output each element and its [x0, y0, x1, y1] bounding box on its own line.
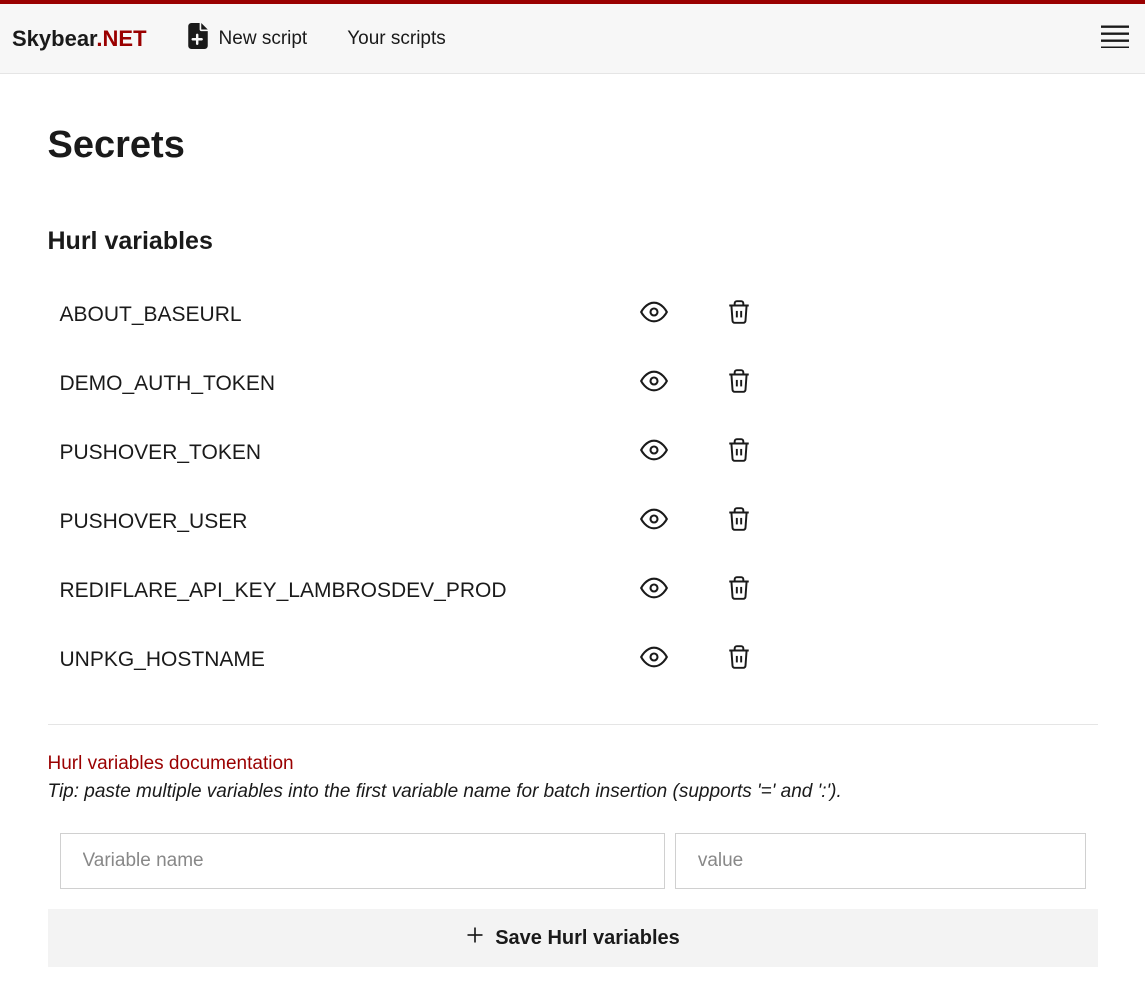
reveal-secret-button[interactable] [640, 367, 668, 400]
section-title: Hurl variables [48, 227, 1098, 256]
variable-value-input[interactable] [675, 833, 1086, 889]
delete-secret-button[interactable] [726, 574, 752, 607]
nav-new-script-label: New script [219, 28, 308, 50]
secret-actions [640, 643, 752, 676]
delete-secret-button[interactable] [726, 298, 752, 331]
page-title: Secrets [48, 124, 1098, 167]
secrets-list: ABOUT_BASEURL DEMO_AUTH_TOKEN PUSHOVER_TOK… [48, 280, 1098, 694]
hamburger-icon [1101, 35, 1129, 52]
secret-actions [640, 574, 752, 607]
secret-actions [640, 505, 752, 538]
save-variables-button[interactable]: Save Hurl variables [48, 909, 1098, 967]
eye-icon [640, 298, 668, 331]
nav-new-script[interactable]: New script [187, 23, 308, 55]
reveal-secret-button[interactable] [640, 436, 668, 469]
reveal-secret-button[interactable] [640, 574, 668, 607]
secret-row: REDIFLARE_API_KEY_LAMBROSDEV_PROD [48, 556, 1098, 625]
secret-actions [640, 436, 752, 469]
secret-row: UNPKG_HOSTNAME [48, 625, 1098, 694]
secret-actions [640, 367, 752, 400]
reveal-secret-button[interactable] [640, 643, 668, 676]
delete-secret-button[interactable] [726, 436, 752, 469]
reveal-secret-button[interactable] [640, 505, 668, 538]
reveal-secret-button[interactable] [640, 298, 668, 331]
trash-icon [726, 436, 752, 469]
nav-your-scripts[interactable]: Your scripts [347, 28, 446, 50]
eye-icon [640, 436, 668, 469]
brand-suffix: .NET [96, 26, 146, 51]
secret-row: PUSHOVER_USER [48, 487, 1098, 556]
secret-row: ABOUT_BASEURL [48, 280, 1098, 349]
tip-text: Tip: paste multiple variables into the f… [48, 781, 1098, 803]
brand-logo[interactable]: Skybear.NET [12, 26, 147, 52]
brand-name: Skybear [12, 26, 96, 51]
divider [48, 724, 1098, 725]
hurl-docs-link[interactable]: Hurl variables documentation [48, 753, 294, 775]
eye-icon [640, 367, 668, 400]
eye-icon [640, 505, 668, 538]
secret-name: ABOUT_BASEURL [60, 303, 640, 327]
trash-icon [726, 367, 752, 400]
secret-name: PUSHOVER_USER [60, 510, 640, 534]
eye-icon [640, 574, 668, 607]
save-button-label: Save Hurl variables [495, 927, 680, 950]
trash-icon [726, 574, 752, 607]
secret-name: UNPKG_HOSTNAME [60, 648, 640, 672]
delete-secret-button[interactable] [726, 505, 752, 538]
secret-actions [640, 298, 752, 331]
variable-name-input[interactable] [60, 833, 665, 889]
secret-name: REDIFLARE_API_KEY_LAMBROSDEV_PROD [60, 579, 640, 603]
main-content: Secrets Hurl variables ABOUT_BASEURL DEMO… [48, 74, 1098, 1007]
plus-icon [465, 925, 495, 951]
delete-secret-button[interactable] [726, 643, 752, 676]
secret-name: DEMO_AUTH_TOKEN [60, 372, 640, 396]
app-header: Skybear.NET New script Your scripts [0, 4, 1145, 74]
delete-secret-button[interactable] [726, 367, 752, 400]
secret-row: DEMO_AUTH_TOKEN [48, 349, 1098, 418]
eye-icon [640, 643, 668, 676]
trash-icon [726, 505, 752, 538]
hamburger-menu-button[interactable] [1097, 20, 1133, 57]
secret-row: PUSHOVER_TOKEN [48, 418, 1098, 487]
secret-name: PUSHOVER_TOKEN [60, 441, 640, 465]
nav-your-scripts-label: Your scripts [347, 28, 446, 50]
trash-icon [726, 298, 752, 331]
trash-icon [726, 643, 752, 676]
file-plus-icon [187, 23, 219, 55]
variable-input-row [48, 833, 1098, 889]
